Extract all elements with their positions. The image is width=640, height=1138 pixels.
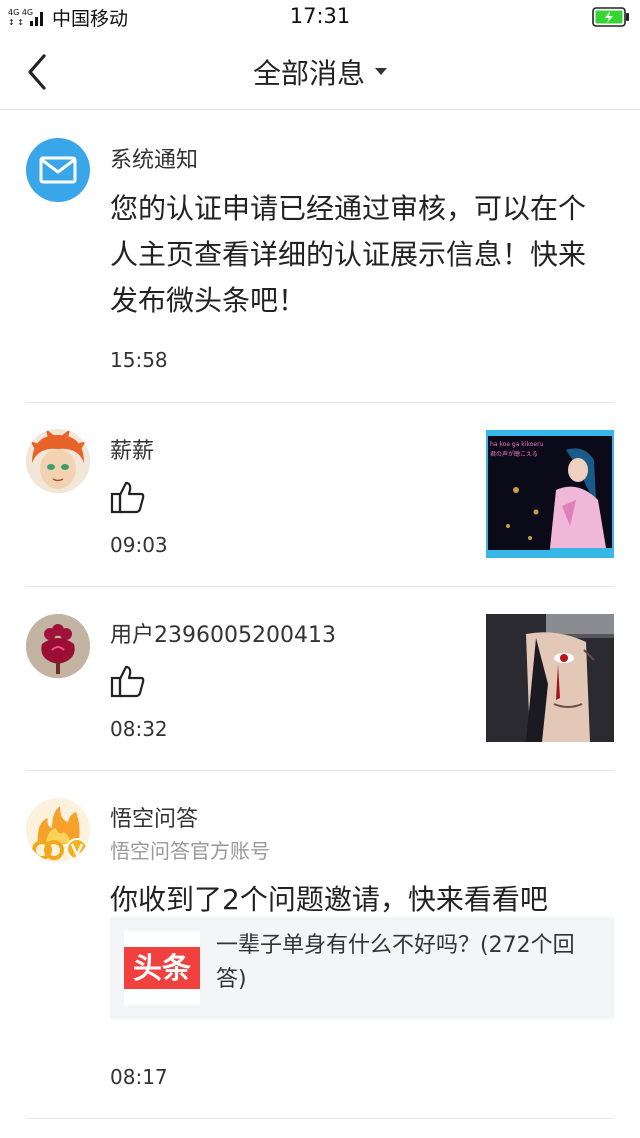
- toutiao-logo: 头条: [124, 931, 200, 1005]
- nav-bar: 全部消息: [0, 34, 640, 110]
- thumbs-up-icon: [110, 665, 145, 698]
- toutiao-logo-text: 头条: [124, 947, 200, 989]
- avatar[interactable]: [26, 614, 90, 678]
- message-filter-dropdown[interactable]: 全部消息: [0, 52, 640, 92]
- message-text: 您的认证申请已经通过审核，可以在个人主页查看详细的认证展示信息！快来发布微头条吧…: [110, 192, 587, 317]
- avatar[interactable]: [26, 429, 90, 493]
- question-card[interactable]: 头条 一辈子单身有什么不好吗？(272个回答): [110, 917, 614, 1019]
- svg-text:君の声が聴こえる: 君の声が聴こえる: [490, 450, 538, 458]
- status-time: 17:31: [289, 4, 351, 28]
- status-bar: 4G 4G ↕ ↕ 中国移动 17:31: [0, 0, 640, 34]
- battery-icon: [592, 7, 629, 27]
- sender-name: 系统通知: [110, 148, 199, 173]
- message-time: 08:32: [110, 717, 168, 741]
- thumbnail-image[interactable]: [486, 614, 614, 742]
- message-item-system[interactable]: 系统通知 您的认证申请已经通过审核，可以在个人主页查看详细的认证展示信息！快来发…: [26, 110, 614, 403]
- mail-icon: [26, 138, 90, 202]
- page-title: 全部消息: [252, 57, 365, 90]
- thumbnail-image[interactable]: ha koe ga kikoeru 君の声が聴こえる: [486, 430, 614, 558]
- caret-down-icon: [375, 67, 387, 75]
- message-item-like[interactable]: 用户2396005200413 08:32: [26, 587, 614, 771]
- message-time: 08:17: [110, 1065, 168, 1089]
- sender-subtitle: 悟空问答官方账号: [110, 839, 270, 863]
- thumbs-up-icon: [110, 481, 145, 514]
- sender-name: 薪薪: [110, 439, 155, 464]
- message-time: 15:58: [110, 348, 168, 372]
- message-time: 09:03: [110, 533, 168, 557]
- question-title: 一辈子单身有什么不好吗？(272个回答): [216, 933, 575, 992]
- message-item-wukong[interactable]: 悟空问答 悟空问答官方账号 你收到了2个问题邀请，快来看看吧 头条 一辈子单身有…: [26, 771, 614, 1119]
- sender-name: 用户2396005200413: [110, 623, 336, 648]
- message-item-like[interactable]: 薪薪 09:03 ha koe ga kikoeru 君の声が聴こえる: [26, 403, 614, 587]
- sender-name: 悟空问答: [110, 807, 199, 832]
- svg-text:ha koe ga kikoeru: ha koe ga kikoeru: [490, 441, 544, 448]
- avatar[interactable]: [26, 798, 90, 862]
